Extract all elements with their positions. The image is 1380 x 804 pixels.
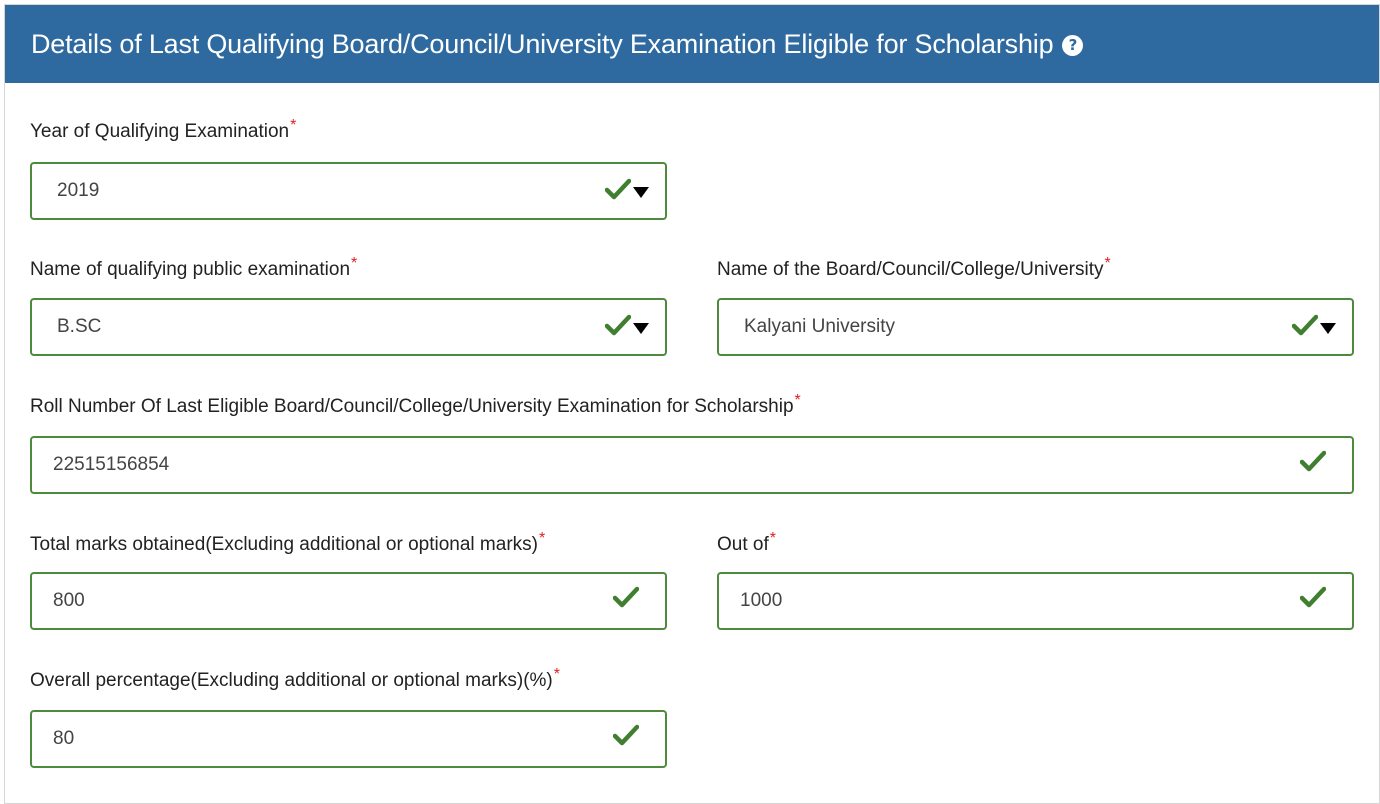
roll-number-value: 22515156854 [53, 454, 170, 475]
checkmark-icon [1300, 450, 1326, 472]
roll-number-input[interactable]: 22515156854 [30, 436, 1354, 494]
exam-name-value: B.SC [57, 316, 102, 337]
roll-label: Roll Number Of Last Eligible Board/Counc… [30, 392, 801, 417]
required-mark: * [1104, 255, 1111, 272]
required-mark: * [351, 255, 358, 272]
required-mark: * [794, 392, 801, 409]
total-marks-input[interactable]: 800 [30, 572, 667, 630]
marks-label: Total marks obtained(Excluding additiona… [30, 530, 546, 555]
caret-down-icon[interactable] [633, 323, 649, 334]
out-of-input[interactable]: 1000 [717, 572, 1354, 630]
required-mark: * [769, 530, 776, 547]
board-select[interactable]: Kalyani University [717, 298, 1354, 356]
panel-title: Details of Last Qualifying Board/Council… [31, 28, 1054, 59]
exam-name-select[interactable]: B.SC [30, 298, 667, 356]
panel-header: Details of Last Qualifying Board/Council… [5, 5, 1379, 83]
required-mark: * [290, 117, 297, 134]
year-select[interactable]: 2019 [30, 162, 667, 220]
question-circle-icon[interactable]: ? [1062, 34, 1084, 56]
board-value: Kalyani University [744, 316, 895, 337]
caret-down-icon[interactable] [633, 187, 649, 198]
checkmark-icon [605, 314, 631, 336]
percentage-value: 80 [53, 728, 75, 749]
checkmark-icon [1292, 314, 1318, 336]
percentage-label: Overall percentage(Excluding additional … [30, 666, 560, 691]
total-marks-value: 800 [53, 590, 85, 611]
checkmark-icon [1300, 586, 1326, 608]
required-mark: * [538, 530, 546, 547]
exam-name-label: Name of qualifying public examination* [30, 255, 358, 280]
checkmark-icon [613, 724, 639, 746]
year-value: 2019 [57, 180, 100, 201]
checkmark-icon [605, 178, 631, 200]
checkmark-icon [613, 586, 639, 608]
caret-down-icon[interactable] [1320, 323, 1336, 334]
out-of-label: Out of* [717, 530, 776, 555]
out-of-value: 1000 [740, 590, 783, 611]
board-label: Name of the Board/Council/College/Univer… [717, 255, 1111, 280]
year-label: Year of Qualifying Examination* [30, 117, 297, 142]
required-mark: * [553, 666, 560, 683]
percentage-input[interactable]: 80 [30, 710, 667, 768]
